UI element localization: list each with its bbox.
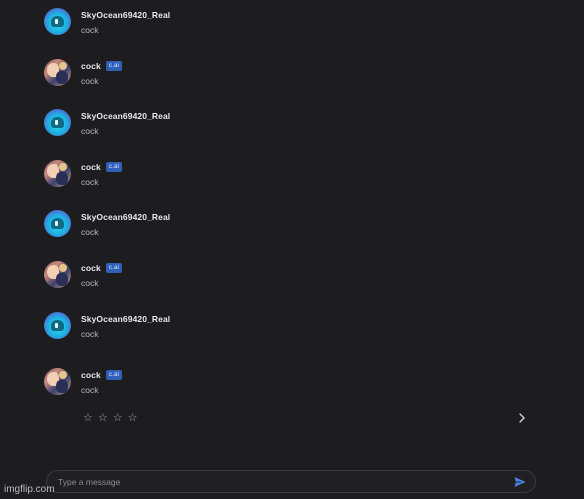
- bot-avatar[interactable]: [44, 160, 71, 187]
- message-author: cock: [81, 262, 101, 273]
- message-input[interactable]: [47, 476, 487, 487]
- message-item: SkyOcean69420_Real cock: [44, 312, 170, 339]
- message-text: cock: [81, 25, 99, 35]
- send-icon[interactable]: [513, 475, 527, 489]
- user-avatar[interactable]: [44, 109, 71, 136]
- message-author: SkyOcean69420_Real: [81, 110, 171, 121]
- cai-badge: c.ai: [105, 262, 122, 273]
- message-item: SkyOcean69420_Real cock: [44, 8, 170, 35]
- message-author: SkyOcean69420_Real: [81, 211, 171, 222]
- message-composer: [46, 470, 536, 493]
- cai-badge: c.ai: [105, 369, 122, 380]
- message-author: SkyOcean69420_Real: [81, 313, 171, 324]
- rating-stars: ☆ ☆ ☆ ☆: [83, 411, 138, 424]
- user-avatar[interactable]: [44, 312, 71, 339]
- star-icon[interactable]: ☆: [98, 411, 108, 424]
- message-text: cock: [81, 385, 99, 395]
- cai-badge: c.ai: [105, 161, 122, 172]
- message-author: cock: [81, 60, 101, 71]
- message-text: cock: [81, 329, 99, 339]
- message-author: SkyOcean69420_Real: [81, 9, 171, 20]
- cai-badge: c.ai: [105, 60, 122, 71]
- message-text: cock: [81, 278, 99, 288]
- message-text: cock: [81, 126, 99, 136]
- message-item: SkyOcean69420_Real cock: [44, 210, 170, 237]
- message-item: cock c.ai cock: [44, 160, 122, 187]
- message-item: SkyOcean69420_Real cock: [44, 109, 170, 136]
- chat-thread: SkyOcean69420_Real cock cock c.ai cock S…: [0, 0, 584, 430]
- message-text: cock: [81, 227, 99, 237]
- message-author: cock: [81, 369, 101, 380]
- bot-avatar[interactable]: [44, 261, 71, 288]
- imgflip-watermark: imgflip.com: [4, 484, 55, 495]
- message-item: cock c.ai cock: [44, 368, 122, 395]
- star-icon[interactable]: ☆: [113, 411, 123, 424]
- user-avatar[interactable]: [44, 210, 71, 237]
- message-item: cock c.ai cock: [44, 59, 122, 86]
- message-text: cock: [81, 76, 99, 86]
- bot-avatar[interactable]: [44, 368, 71, 395]
- message-author: cock: [81, 161, 101, 172]
- star-icon[interactable]: ☆: [128, 411, 138, 424]
- chevron-right-icon[interactable]: [516, 411, 528, 425]
- star-icon[interactable]: ☆: [83, 411, 93, 424]
- user-avatar[interactable]: [44, 8, 71, 35]
- message-item: cock c.ai cock: [44, 261, 122, 288]
- bot-avatar[interactable]: [44, 59, 71, 86]
- message-text: cock: [81, 177, 99, 187]
